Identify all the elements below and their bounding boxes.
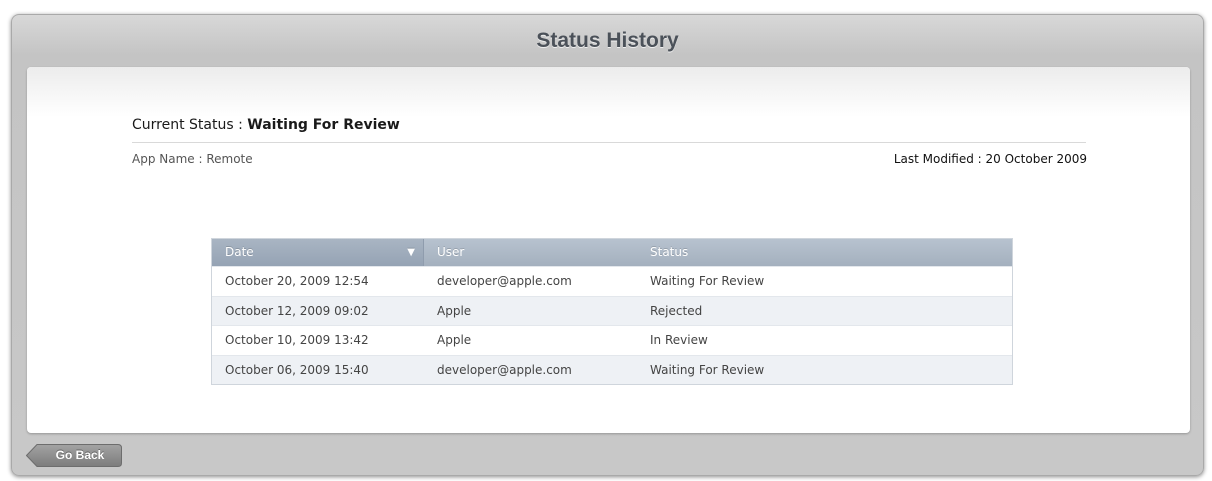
go-back-button[interactable]: Go Back <box>26 444 122 467</box>
column-header-label: Date <box>225 245 254 259</box>
cell-date: October 12, 2009 09:02 <box>225 303 369 318</box>
cell-user: Apple <box>437 303 472 318</box>
column-header-label: User <box>437 245 465 259</box>
content-header-gradient <box>27 67 1190 117</box>
sort-descending-icon: ▼ <box>407 247 415 258</box>
cell-status: In Review <box>650 333 708 347</box>
current-status-value: Waiting For Review <box>247 117 400 133</box>
cell-status: Waiting For Review <box>650 362 765 377</box>
current-status-label: Current Status : <box>132 117 248 133</box>
cell-user: developer@apple.com <box>437 274 572 288</box>
cell-user: developer@apple.com <box>437 362 572 377</box>
divider <box>132 142 1086 143</box>
page-title: Status History <box>536 29 679 52</box>
cell-status: Rejected <box>650 303 703 318</box>
cell-status: Waiting For Review <box>650 274 765 288</box>
column-header-status[interactable]: Status <box>637 239 1012 266</box>
cell-date: October 06, 2009 15:40 <box>225 362 369 377</box>
status-history-table: Date ▼ User Status October 20, 2009 12:5… <box>211 238 1013 385</box>
app-name: App Name : Remote <box>132 152 253 166</box>
table-row[interactable]: October 12, 2009 09:02 Apple Rejected <box>212 295 1012 325</box>
status-history-window: Status History Current Status : Waiting … <box>11 14 1204 476</box>
table-row[interactable]: October 06, 2009 15:40 developer@apple.c… <box>212 354 1012 384</box>
table-header: Date ▼ User Status <box>212 239 1012 266</box>
column-header-date[interactable]: Date ▼ <box>212 239 424 266</box>
table-row[interactable]: October 10, 2009 13:42 Apple In Review <box>212 325 1012 355</box>
column-header-user[interactable]: User <box>424 239 637 266</box>
cell-user: Apple <box>437 333 472 347</box>
column-header-label: Status <box>650 245 689 259</box>
last-modified: Last Modified : 20 October 2009 <box>893 152 1087 166</box>
cell-date: October 10, 2009 13:42 <box>225 333 369 347</box>
current-status: Current Status : Waiting For Review <box>132 117 400 133</box>
content-panel: Current Status : Waiting For Review App … <box>27 67 1190 433</box>
go-back-label: Go Back <box>55 448 105 462</box>
cell-date: October 20, 2009 12:54 <box>225 274 369 288</box>
table-row[interactable]: October 20, 2009 12:54 developer@apple.c… <box>212 266 1012 296</box>
